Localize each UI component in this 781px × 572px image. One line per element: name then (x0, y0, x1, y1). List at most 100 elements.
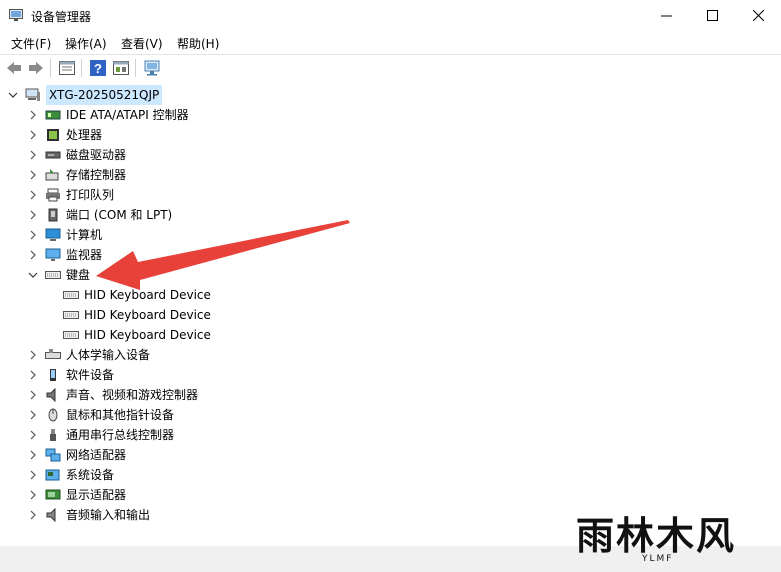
category-label: 监视器 (66, 248, 103, 262)
disk-drive-icon (45, 151, 61, 159)
tree-category[interactable]: IDE ATA/ATAPI 控制器 (27, 105, 189, 125)
tree-category[interactable]: 鼠标和其他指针设备 (27, 405, 174, 425)
category-label: 存储控制器 (66, 168, 127, 182)
expand-icon[interactable] (27, 229, 39, 241)
network-adapter-icon (45, 448, 61, 462)
tree-category[interactable]: 处理器 (27, 125, 102, 145)
tree-category[interactable]: 存储控制器 (27, 165, 126, 185)
category-label: 系统设备 (66, 468, 115, 482)
collapse-icon[interactable] (27, 269, 39, 281)
menu-view[interactable]: 查看(V) (121, 35, 163, 52)
menu-bar: 文件(F) 操作(A) 查看(V) 帮助(H) (0, 32, 781, 54)
device-manager-app-icon (9, 9, 23, 21)
close-button[interactable] (735, 0, 781, 30)
properties-icon[interactable] (58, 59, 76, 77)
device-tree: XTG-20250521QJP IDE ATA/ATAPI 控制器 处理器磁盘驱动… (0, 80, 781, 547)
expand-icon[interactable] (27, 409, 39, 421)
collapse-icon[interactable] (7, 89, 19, 101)
hid-icon (45, 349, 61, 359)
tree-category[interactable]: 键盘 (27, 265, 90, 285)
toolbar: ? (0, 54, 781, 82)
tree-category[interactable]: 显示适配器 (27, 485, 126, 505)
expand-icon[interactable] (27, 129, 39, 141)
category-label: 处理器 (66, 128, 103, 142)
expand-icon[interactable] (27, 189, 39, 201)
tree-category[interactable]: 通用串行总线控制器 (27, 425, 174, 445)
help-icon[interactable]: ? (89, 59, 107, 77)
computer-root-icon (25, 88, 40, 101)
audio-icon (46, 388, 56, 402)
tree-category[interactable]: 计算机 (27, 225, 102, 245)
expand-icon[interactable] (27, 489, 39, 501)
category-label: 音频输入和输出 (66, 508, 151, 522)
category-label: 显示适配器 (66, 488, 127, 502)
forward-icon[interactable] (27, 59, 45, 77)
category-label: 声音、视频和游戏控制器 (66, 388, 199, 402)
maximize-button[interactable] (689, 0, 735, 30)
expand-icon[interactable] (27, 469, 39, 481)
tree-root[interactable]: XTG-20250521QJP (7, 85, 163, 105)
expand-icon[interactable] (27, 149, 39, 161)
ide-controller-icon (45, 110, 61, 120)
keyboard-device-icon (63, 331, 79, 339)
keyboard-device-icon (63, 311, 79, 319)
storage-controller-icon (45, 169, 59, 181)
audio-io-icon (46, 508, 56, 522)
computer-icon (45, 228, 61, 241)
usb-icon (50, 429, 56, 441)
category-label: 通用串行总线控制器 (66, 428, 175, 442)
tree-category[interactable]: 音频输入和输出 (27, 505, 150, 525)
tree-category[interactable]: 监视器 (27, 245, 102, 265)
scan-hardware-icon[interactable] (143, 59, 161, 77)
category-label: 键盘 (66, 268, 91, 282)
device-label: HID Keyboard Device (84, 328, 211, 342)
expand-icon[interactable] (27, 209, 39, 221)
category-label: 端口 (COM 和 LPT) (66, 208, 173, 222)
tree-category[interactable]: 打印队列 (27, 185, 114, 205)
category-label: 计算机 (66, 228, 103, 242)
category-label: IDE ATA/ATAPI 控制器 (66, 108, 189, 122)
tree-device-item[interactable]: HID Keyboard Device (63, 305, 211, 325)
expand-icon[interactable] (27, 249, 39, 261)
back-icon[interactable] (5, 59, 23, 77)
toolbar-separator (50, 59, 51, 77)
window-title: 设备管理器 (31, 10, 92, 24)
menu-file[interactable]: 文件(F) (11, 35, 51, 52)
expand-icon[interactable] (27, 389, 39, 401)
tree-device-item[interactable]: HID Keyboard Device (63, 325, 211, 345)
category-label: 软件设备 (66, 368, 115, 382)
close-icon (752, 9, 764, 21)
toolbar-separator (135, 59, 136, 77)
svg-text:?: ? (94, 61, 102, 76)
tree-category[interactable]: 软件设备 (27, 365, 114, 385)
menu-action[interactable]: 操作(A) (65, 35, 107, 52)
tree-category[interactable]: 磁盘驱动器 (27, 145, 126, 165)
expand-icon[interactable] (27, 449, 39, 461)
expand-icon[interactable] (27, 109, 39, 121)
expand-icon[interactable] (27, 169, 39, 181)
keyboard-device-icon (63, 291, 79, 299)
update-driver-icon[interactable] (112, 59, 130, 77)
tree-category[interactable]: 声音、视频和游戏控制器 (27, 385, 198, 405)
tree-category[interactable]: 系统设备 (27, 465, 114, 485)
tree-category[interactable]: 网络适配器 (27, 445, 126, 465)
expand-icon[interactable] (27, 349, 39, 361)
expand-icon[interactable] (27, 429, 39, 441)
expand-icon[interactable] (27, 509, 39, 521)
watermark-logo: 雨林木风 YLMF (576, 513, 737, 565)
category-label: 人体学输入设备 (66, 348, 151, 362)
tree-category[interactable]: 人体学输入设备 (27, 345, 150, 365)
port-icon (48, 208, 58, 222)
category-label: 网络适配器 (66, 448, 127, 462)
device-label: HID Keyboard Device (84, 308, 211, 322)
category-label: 磁盘驱动器 (66, 148, 127, 162)
tree-category[interactable]: 端口 (COM 和 LPT) (27, 205, 172, 225)
printer-icon (46, 188, 60, 202)
tree-device-item[interactable]: HID Keyboard Device (63, 285, 211, 305)
menu-help[interactable]: 帮助(H) (177, 35, 219, 52)
expand-icon[interactable] (27, 369, 39, 381)
watermark-text: 雨林木风 (576, 513, 737, 558)
monitor-icon (45, 248, 61, 261)
display-adapter-icon (45, 489, 61, 500)
minimize-button[interactable] (643, 0, 689, 30)
